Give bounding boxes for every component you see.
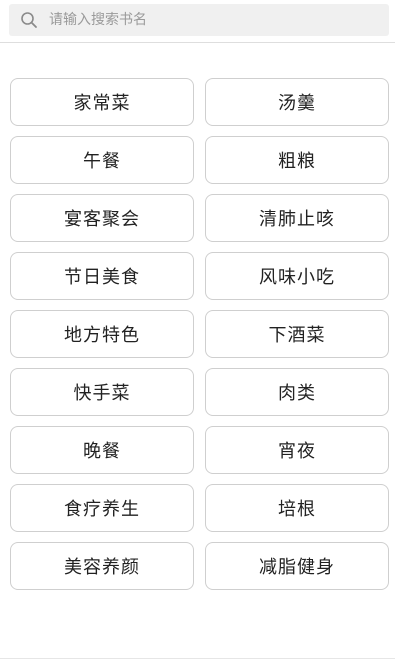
search-input[interactable] xyxy=(49,4,379,36)
category-button-meirongyangyan[interactable]: 美容养颜 xyxy=(10,542,194,590)
category-button-jianzhijianshen[interactable]: 减脂健身 xyxy=(205,542,389,590)
search-bar xyxy=(0,0,395,42)
category-button-yankejuhui[interactable]: 宴客聚会 xyxy=(10,194,194,242)
category-button-wucan[interactable]: 午餐 xyxy=(10,136,194,184)
category-button-wancan[interactable]: 晚餐 xyxy=(10,426,194,474)
category-button-fengweixiaochi[interactable]: 风味小吃 xyxy=(205,252,389,300)
category-button-jierimeishi[interactable]: 节日美食 xyxy=(10,252,194,300)
header-divider xyxy=(0,42,395,43)
category-button-jiachangcai[interactable]: 家常菜 xyxy=(10,78,194,126)
search-box[interactable] xyxy=(9,4,389,36)
category-button-peigen[interactable]: 培根 xyxy=(205,484,389,532)
category-button-xiajiucai[interactable]: 下酒菜 xyxy=(205,310,389,358)
category-button-qingfeizhike[interactable]: 清肺止咳 xyxy=(205,194,389,242)
category-button-roulei[interactable]: 肉类 xyxy=(205,368,389,416)
category-button-xiaoye[interactable]: 宵夜 xyxy=(205,426,389,474)
search-icon[interactable] xyxy=(20,11,38,29)
category-button-difangtese[interactable]: 地方特色 xyxy=(10,310,194,358)
category-grid: 家常菜 汤羹 午餐 粗粮 宴客聚会 清肺止咳 节日美食 风味小吃 地方特色 下酒… xyxy=(10,78,389,590)
category-button-tanggeng[interactable]: 汤羹 xyxy=(205,78,389,126)
category-button-shiliaoyangsheng[interactable]: 食疗养生 xyxy=(10,484,194,532)
bottom-divider xyxy=(0,658,395,659)
category-button-culiang[interactable]: 粗粮 xyxy=(205,136,389,184)
category-button-kuaishoucai[interactable]: 快手菜 xyxy=(10,368,194,416)
